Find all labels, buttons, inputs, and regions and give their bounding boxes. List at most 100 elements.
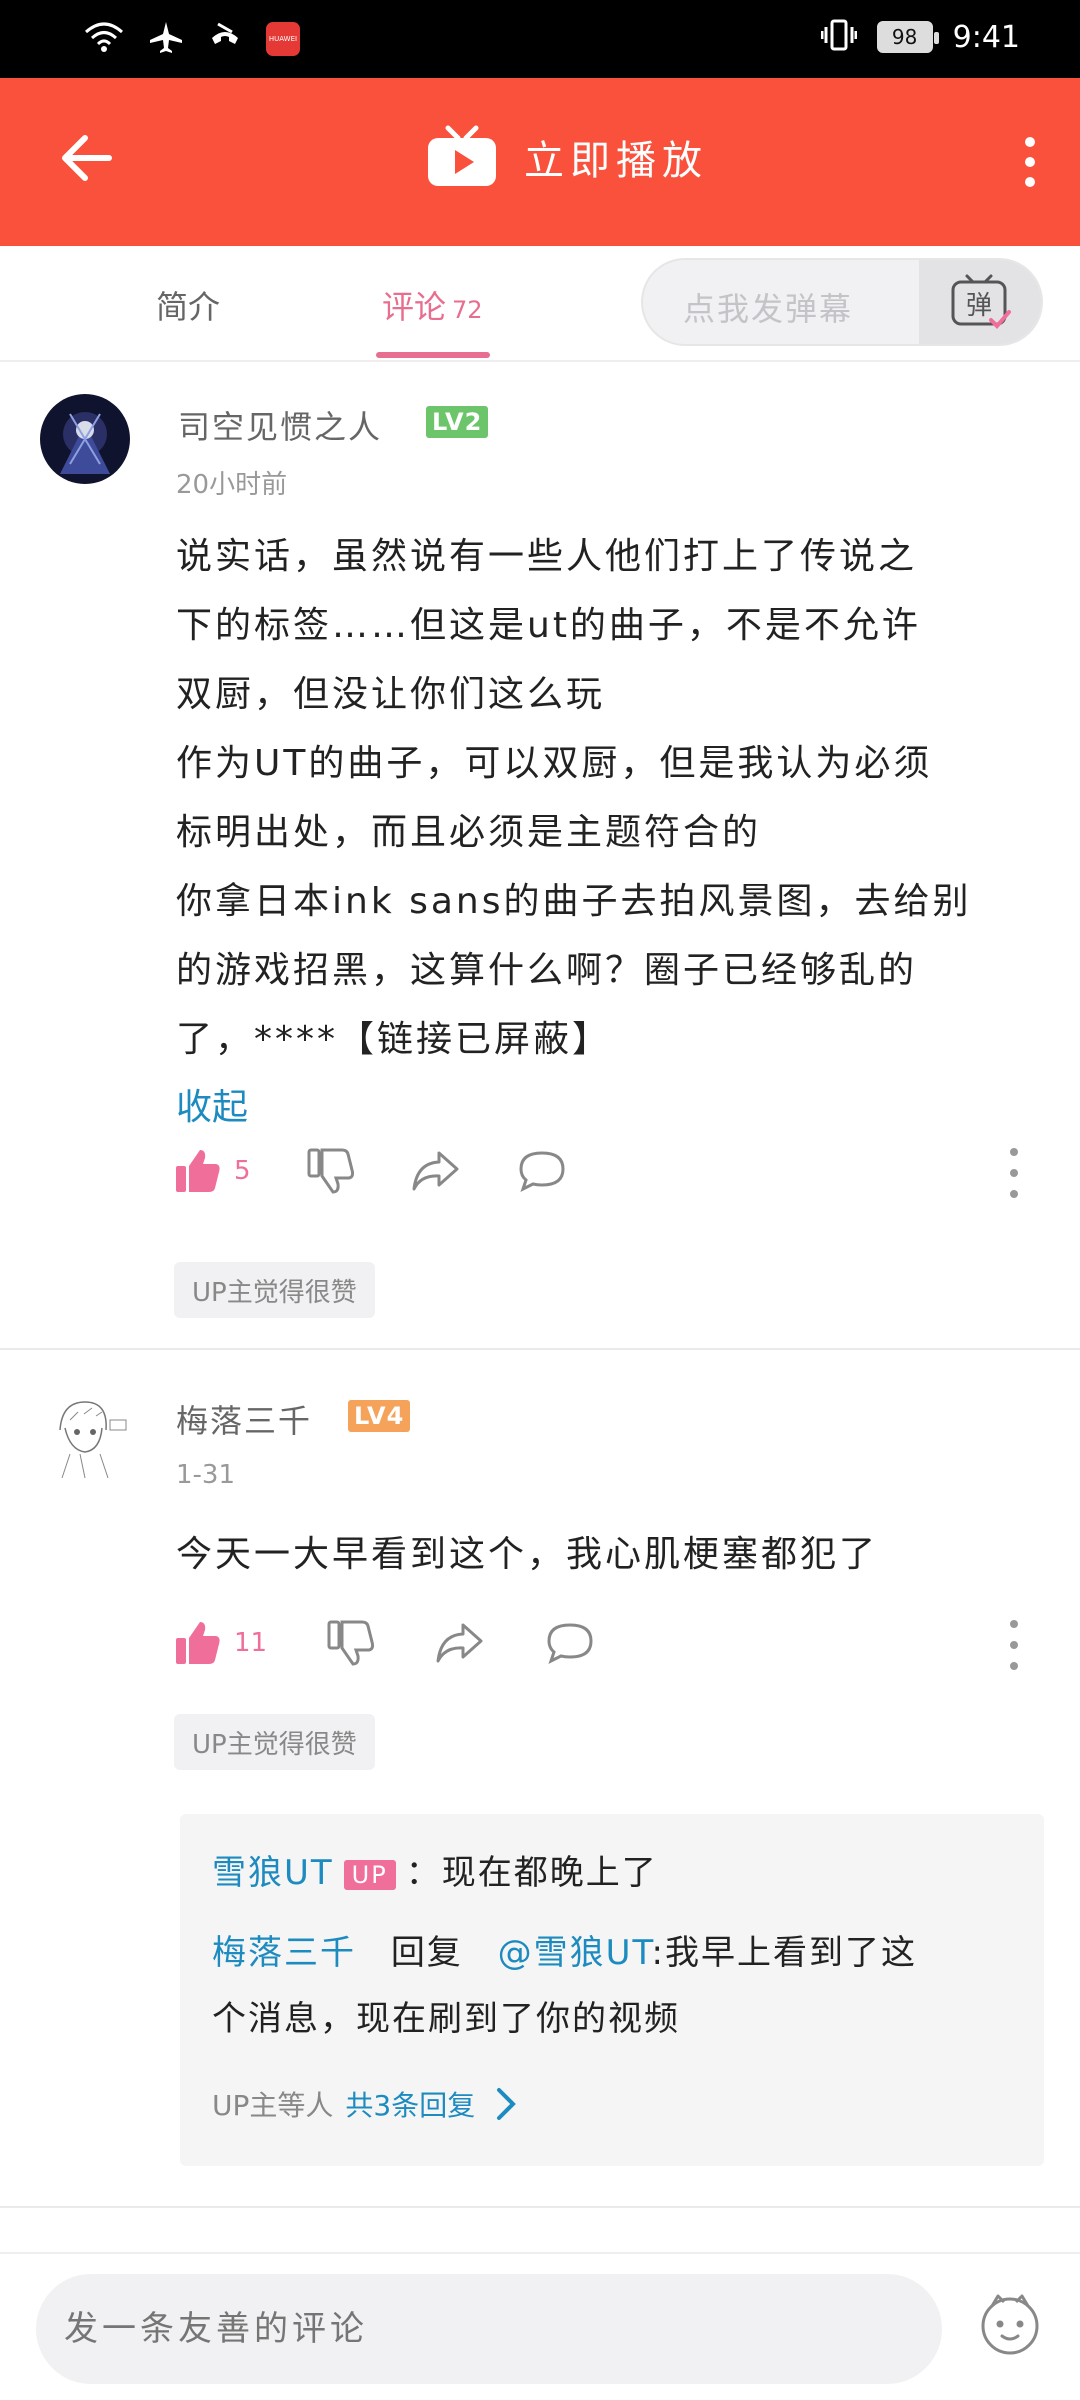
comment-input[interactable]	[36, 2274, 942, 2384]
more-icon	[1025, 137, 1035, 147]
comment-time: 1-31	[176, 1460, 236, 1490]
danmaku-input[interactable]: 点我发弹幕 弹	[641, 258, 1043, 346]
thumb-down-icon	[307, 1148, 354, 1194]
thumb-up-icon	[176, 1622, 220, 1664]
app-bar: 立即播放	[0, 78, 1080, 246]
comment-line: 说实话，虽然说有一些人他们打上了传说之	[176, 536, 918, 577]
tab-bar: 简介 评论 72 点我发弹幕 弹	[0, 246, 1080, 362]
more-icon-dot	[1025, 177, 1035, 187]
tab-intro[interactable]: 简介	[156, 282, 220, 328]
comments-count: 72	[452, 296, 483, 324]
status-bar: HUAWEI 98 9:41	[0, 0, 1080, 78]
comment-line: 标明出处，而且必须是主题符合的	[176, 812, 762, 853]
comment-line: 下的标签……但这是ut的曲子，不是不允许	[176, 605, 921, 646]
comment-text: 今天一大早看到这个，我心肌梗塞都犯了	[176, 1520, 1046, 1589]
more-icon-dot	[1010, 1169, 1018, 1177]
more-icon-dot	[1010, 1662, 1018, 1670]
avatar[interactable]	[40, 394, 130, 484]
comment-line: 作为UT的曲子，可以双厨，但是我认为必须	[176, 743, 933, 784]
danmaku-toggle-button[interactable]: 弹	[919, 260, 1041, 344]
comment-more-button[interactable]	[1004, 1148, 1024, 1198]
wifi-icon	[84, 20, 124, 58]
like-count: 5	[234, 1156, 251, 1186]
comment-time: 20小时前	[176, 470, 288, 500]
emoji-icon	[981, 2294, 1039, 2355]
like-count: 11	[234, 1628, 268, 1658]
reply-item: 雪狼UT UP ：现在都晚上了	[212, 1840, 658, 1906]
vibrate-icon	[820, 18, 858, 56]
level-badge: LV2	[426, 406, 489, 438]
thumb-down-icon	[327, 1620, 375, 1666]
danmaku-icon: 弹	[951, 274, 1011, 329]
comment-line: 的游戏招黑，这算什么啊？圈子已经够乱的	[176, 950, 918, 991]
like-button[interactable]: 5	[174, 1148, 251, 1194]
up-liked-tag: UP主觉得很赞	[174, 1262, 375, 1318]
tab-comments-label: 评论	[382, 288, 447, 326]
avatar[interactable]	[40, 1390, 130, 1480]
more-icon-dot	[1025, 157, 1035, 167]
more-menu-button[interactable]	[1000, 122, 1060, 202]
battery-icon: 98	[876, 21, 939, 53]
username[interactable]: 梅落三千	[176, 1396, 312, 1442]
comment-line: 双厨，但没让你们这么玩	[176, 674, 606, 715]
reply-keyword: 回复	[390, 1933, 463, 1973]
view-all-replies-link[interactable]: UP主等人 共3条回复	[212, 2084, 521, 2124]
comment-line: 今天一大早看到这个，我心肌梗塞都犯了	[176, 1534, 879, 1575]
page-title: 立即播放	[524, 138, 708, 184]
bottom-comment-bar	[0, 2252, 1080, 2400]
more-icon	[1010, 1620, 1018, 1628]
comment-text: 说实话，虽然说有一些人他们打上了传说之 下的标签……但这是ut的曲子，不是不允许…	[176, 522, 1046, 1074]
tab-comments[interactable]: 评论 72	[382, 282, 483, 328]
tv-play-icon	[428, 125, 496, 186]
reply-mention[interactable]: @雪狼UT	[498, 1933, 652, 1973]
phone-icon	[208, 20, 242, 58]
more-icon-dot	[1010, 1190, 1018, 1198]
comment-actions: 5	[174, 1148, 567, 1194]
back-button[interactable]	[46, 118, 126, 198]
level-badge: LV4	[348, 1400, 411, 1432]
reply-text: 个消息，现在刷到了你的视频	[212, 1999, 680, 2039]
status-right: 98 9:41	[820, 18, 1020, 56]
back-arrow-icon	[62, 135, 112, 181]
reply-username[interactable]: 雪狼UT	[212, 1853, 334, 1893]
comment-actions: 11	[174, 1620, 595, 1666]
reply-button[interactable]	[517, 1149, 567, 1193]
airplane-icon	[148, 20, 184, 58]
comment-item: 司空见惯之人 LV2 20小时前 说实话，虽然说有一些人他们打上了传说之 下的标…	[0, 362, 1080, 1350]
divider	[0, 2206, 1080, 2208]
dislike-button[interactable]	[307, 1148, 355, 1194]
svg-text:弹: 弹	[966, 291, 992, 321]
share-button[interactable]	[411, 1149, 461, 1193]
share-icon	[412, 1151, 459, 1191]
play-now-button[interactable]: 立即播放	[426, 124, 708, 190]
username[interactable]: 司空见惯之人	[178, 402, 382, 448]
active-tab-indicator	[376, 352, 490, 358]
comment-line: 你拿日本ink sans的曲子去拍风景图，去给别	[176, 881, 972, 922]
dislike-button[interactable]	[327, 1620, 375, 1666]
share-button[interactable]	[435, 1621, 485, 1665]
chevron-right-icon	[497, 2088, 517, 2120]
reply-icon	[519, 1151, 565, 1192]
up-badge: UP	[343, 1859, 396, 1890]
like-button[interactable]: 11	[174, 1620, 267, 1666]
comment-more-button[interactable]	[1004, 1620, 1024, 1670]
collapse-link[interactable]: 收起	[176, 1078, 248, 1130]
reply-icon	[547, 1623, 593, 1664]
more-icon-dot	[1010, 1641, 1018, 1649]
thumb-up-icon	[176, 1150, 220, 1192]
reply-preview-box[interactable]: 雪狼UT UP ：现在都晚上了 梅落三千 回复 @雪狼UT:我早上看到了这 个消息，…	[180, 1814, 1044, 2166]
up-liked-tag: UP主觉得很赞	[174, 1714, 375, 1770]
reply-more-prefix: UP主等人	[212, 2089, 334, 2122]
huawei-app-icon: HUAWEI	[266, 22, 300, 56]
more-icon	[1010, 1148, 1018, 1156]
status-time: 9:41	[952, 19, 1020, 55]
reply-text: :我早上看到了这	[651, 1933, 918, 1973]
reply-button[interactable]	[545, 1621, 595, 1665]
reply-username[interactable]: 梅落三千	[212, 1933, 356, 1973]
comment-line: 了，****【链接已屏蔽】	[176, 1019, 612, 1060]
share-icon	[436, 1623, 483, 1663]
reply-text: ：现在都晚上了	[405, 1853, 658, 1893]
status-left: HUAWEI	[84, 20, 300, 58]
reply-item: 梅落三千 回复 @雪狼UT:我早上看到了这 个消息，现在刷到了你的视频	[212, 1920, 1032, 2052]
emoji-button[interactable]	[978, 2292, 1042, 2356]
